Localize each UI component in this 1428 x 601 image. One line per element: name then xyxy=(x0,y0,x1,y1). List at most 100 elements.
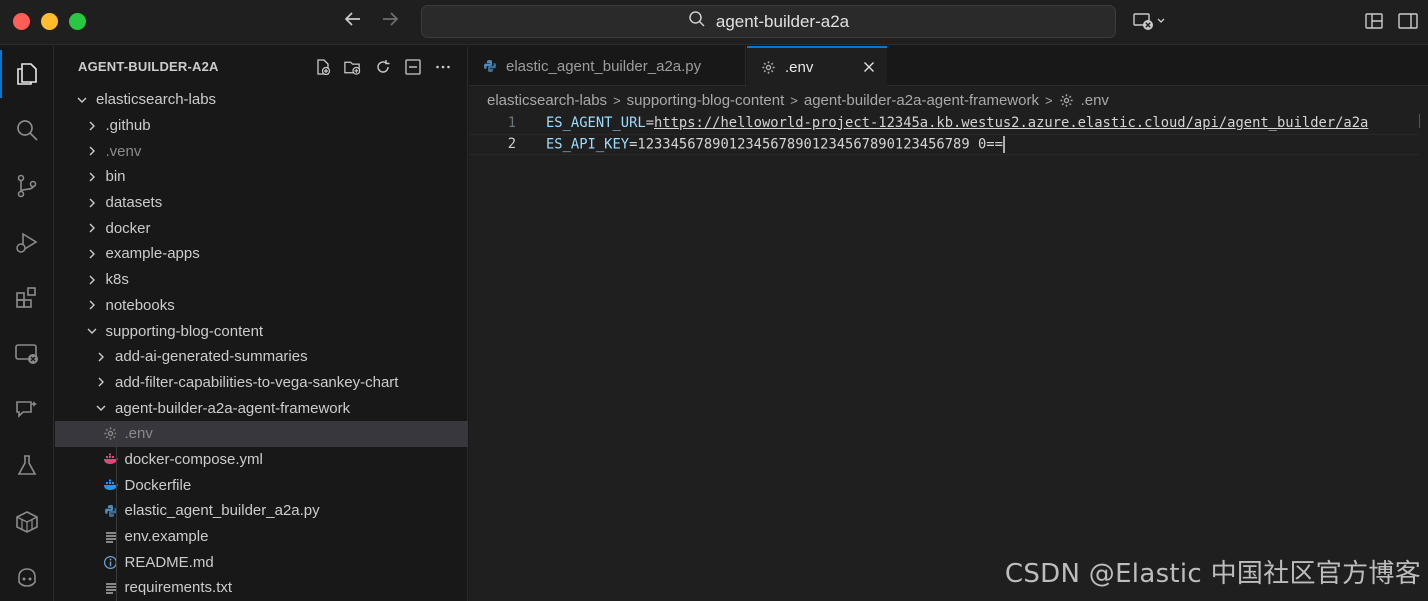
indent-guide xyxy=(116,420,117,447)
tree-file[interactable]: docker-compose.yml xyxy=(55,446,468,473)
explorer-icon[interactable] xyxy=(0,48,54,100)
new-file-icon[interactable] xyxy=(313,57,332,76)
chevron-right-icon: > xyxy=(1044,92,1053,108)
more-icon[interactable] xyxy=(1397,11,1421,36)
tree-file[interactable]: env.example xyxy=(55,523,468,550)
search-icon xyxy=(688,10,706,33)
breadcrumb-item[interactable]: elasticsearch-labs xyxy=(487,92,607,109)
title-bar: agent-builder-a2a xyxy=(0,0,1428,45)
command-center-search[interactable]: agent-builder-a2a xyxy=(421,5,1116,38)
minimize-window-button[interactable] xyxy=(41,13,58,30)
python-icon xyxy=(483,59,497,73)
tab-elastic-agent-builder-py[interactable]: elastic_agent_builder_a2a.py xyxy=(469,46,746,86)
code-line-current[interactable]: 2 ES_API_KEY=123345678901234567890123456… xyxy=(469,133,1419,155)
chat-icon[interactable] xyxy=(0,384,54,436)
tree-folder[interactable]: add-filter-capabilities-to-vega-sankey-c… xyxy=(55,370,468,396)
tree-file[interactable]: requirements.txt xyxy=(55,575,468,601)
tree-file[interactable]: Dockerfile xyxy=(55,472,468,498)
chevron-right-icon xyxy=(84,297,100,313)
extensions-icon[interactable] xyxy=(0,272,54,324)
tree-folder[interactable]: datasets xyxy=(55,190,468,216)
line-number: 1 xyxy=(507,114,516,131)
gear-icon xyxy=(1059,93,1074,108)
tree-item-label: add-ai-generated-summaries xyxy=(115,348,308,366)
breadcrumb: elasticsearch-labs > supporting-blog-con… xyxy=(487,90,1109,110)
text-cursor xyxy=(1002,135,1005,153)
tree-folder[interactable]: add-ai-generated-summaries xyxy=(55,344,468,370)
chevron-right-icon xyxy=(84,195,100,211)
tab-label: elastic_agent_builder_a2a.py xyxy=(506,57,702,75)
chevron-down-icon xyxy=(74,92,90,108)
indent-guide xyxy=(116,446,117,473)
new-folder-icon[interactable] xyxy=(343,57,362,76)
chevron-right-icon xyxy=(84,272,100,288)
tree-folder[interactable]: bin xyxy=(55,164,468,190)
tab-label: .env xyxy=(785,59,814,76)
tree-item-label: notebooks xyxy=(105,296,175,314)
watermark: CSDN @Elastic 中国社区官方博客 xyxy=(1004,559,1421,589)
chevron-right-icon xyxy=(84,118,100,134)
agent-status-icon[interactable] xyxy=(1133,11,1167,38)
chevron-right-icon: > xyxy=(790,92,798,108)
tree-item-label: elasticsearch-labs xyxy=(96,91,217,109)
tree-item-label: k8s xyxy=(105,271,129,289)
search-icon[interactable] xyxy=(0,104,54,156)
collapse-all-icon[interactable] xyxy=(403,57,422,76)
chevron-down-icon xyxy=(93,400,109,416)
tree-item-label: datasets xyxy=(105,194,163,212)
breadcrumb-item[interactable]: supporting-blog-content xyxy=(627,92,785,109)
tree-item-label: .github xyxy=(105,117,151,135)
close-icon[interactable] xyxy=(861,59,877,79)
run-debug-icon[interactable] xyxy=(0,216,54,268)
env-key: ES_AGENT_URL xyxy=(546,114,646,131)
source-control-icon[interactable] xyxy=(0,160,54,212)
tree-file[interactable]: .env xyxy=(55,420,468,447)
tree-item-label: docker-compose.yml xyxy=(124,450,263,468)
tree-file[interactable]: README.md xyxy=(55,549,468,576)
tree-folder[interactable]: .venv xyxy=(55,138,468,164)
chevron-right-icon xyxy=(84,246,100,262)
tree-item-label: bin xyxy=(105,168,126,186)
containers-icon[interactable] xyxy=(0,496,54,548)
tree-file[interactable]: elastic_agent_builder_a2a.py xyxy=(55,498,468,524)
code-editor[interactable]: 1 ES_AGENT_URL=https://helloworld-projec… xyxy=(469,112,1428,155)
refresh-icon[interactable] xyxy=(373,57,392,76)
tree-folder[interactable]: .github xyxy=(55,113,468,139)
tree-folder[interactable]: notebooks xyxy=(55,293,468,319)
chevron-right-icon xyxy=(84,169,100,185)
chevron-down-icon xyxy=(84,323,100,339)
tree-item-label: env.example xyxy=(124,528,209,546)
forward-arrow-icon[interactable] xyxy=(380,9,400,34)
breadcrumb-item[interactable]: agent-builder-a2a-agent-framework xyxy=(804,92,1039,109)
tree-item-label: supporting-blog-content xyxy=(105,322,264,340)
more-actions-icon[interactable] xyxy=(433,57,452,76)
tree-folder[interactable]: example-apps xyxy=(55,241,468,267)
tab-env[interactable]: .env xyxy=(747,46,887,87)
activity-bar xyxy=(0,46,54,601)
breadcrumb-item[interactable]: .env xyxy=(1081,92,1109,109)
command-center-text: agent-builder-a2a xyxy=(715,11,850,31)
env-value-link[interactable]: https://helloworld-project-12345a.kb.wes… xyxy=(654,115,1368,131)
tree-folder[interactable]: docker xyxy=(55,215,468,241)
remote-explorer-icon[interactable] xyxy=(0,328,54,380)
indent-guide xyxy=(116,549,117,576)
explorer-sidebar: AGENT-BUILDER-A2A elasticsearch-labs .git… xyxy=(55,46,468,601)
equals-sign: = xyxy=(645,114,654,131)
tree-folder[interactable]: elasticsearch-labs xyxy=(55,87,468,113)
chevron-right-icon xyxy=(84,220,100,236)
tree-folder[interactable]: k8s xyxy=(55,267,468,293)
tree-folder[interactable]: agent-builder-a2a-agent-framework xyxy=(55,395,468,421)
file-tree: elasticsearch-labs .github .venv bin dataset… xyxy=(55,87,468,601)
indent-guide xyxy=(116,472,117,498)
tree-item-label: requirements.txt xyxy=(124,579,233,597)
back-arrow-icon[interactable] xyxy=(343,9,363,34)
tree-folder[interactable]: supporting-blog-content xyxy=(55,318,468,344)
close-window-button[interactable] xyxy=(13,13,30,30)
scrollbar[interactable] xyxy=(1419,114,1420,128)
zoom-window-button[interactable] xyxy=(69,13,86,30)
code-line[interactable]: 1 ES_AGENT_URL=https://helloworld-projec… xyxy=(469,112,1428,134)
indent-guide xyxy=(116,575,117,601)
copilot-icon[interactable] xyxy=(0,552,54,601)
testing-icon[interactable] xyxy=(0,440,54,492)
layout-icon[interactable] xyxy=(1364,11,1384,36)
